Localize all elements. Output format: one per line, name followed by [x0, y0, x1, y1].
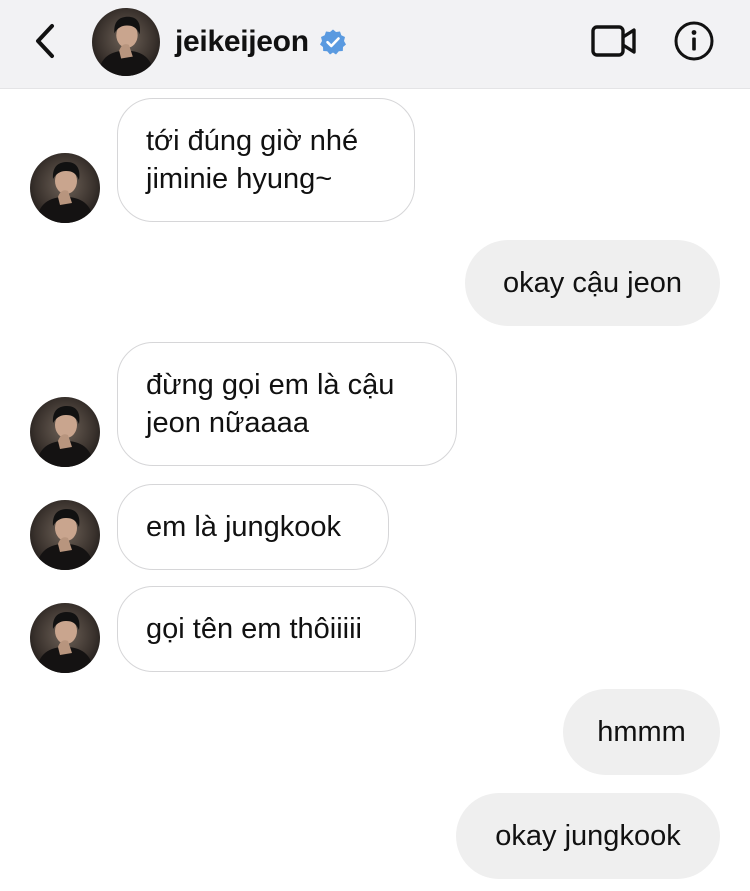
message-bubble-incoming[interactable]: tới đúng giờ nhé jiminie hyung~ — [117, 98, 415, 222]
message-bubble-outgoing[interactable]: okay cậu jeon — [465, 240, 720, 326]
sender-avatar[interactable] — [30, 397, 100, 467]
message-bubble-incoming[interactable]: em là jungkook — [117, 484, 389, 570]
chat-header: jeikeijeon — [0, 0, 750, 89]
back-button[interactable] — [30, 20, 62, 62]
verified-badge-icon — [319, 29, 346, 55]
sender-avatar[interactable] — [30, 500, 100, 570]
conversation-info-button[interactable] — [673, 20, 715, 62]
chevron-left-icon — [36, 24, 54, 58]
message-bubble-outgoing[interactable]: okay jungkook — [456, 793, 720, 879]
sender-avatar[interactable] — [30, 153, 100, 223]
profile-avatar[interactable] — [92, 8, 160, 76]
message-bubble-outgoing[interactable]: hmmm — [563, 689, 720, 775]
video-camera-icon — [591, 25, 636, 57]
message-bubble-incoming[interactable]: gọi tên em thôiiiii — [117, 586, 416, 672]
message-thread[interactable]: tới đúng giờ nhé jiminie hyung~ okay cậu… — [0, 89, 750, 891]
sender-avatar[interactable] — [30, 603, 100, 673]
profile-name-link[interactable]: jeikeijeon — [175, 22, 347, 62]
message-bubble-incoming[interactable]: đừng gọi em là cậu jeon nữaaaa — [117, 342, 457, 466]
profile-username: jeikeijeon — [175, 25, 309, 58]
info-icon — [674, 21, 714, 61]
video-call-button[interactable] — [590, 20, 638, 62]
